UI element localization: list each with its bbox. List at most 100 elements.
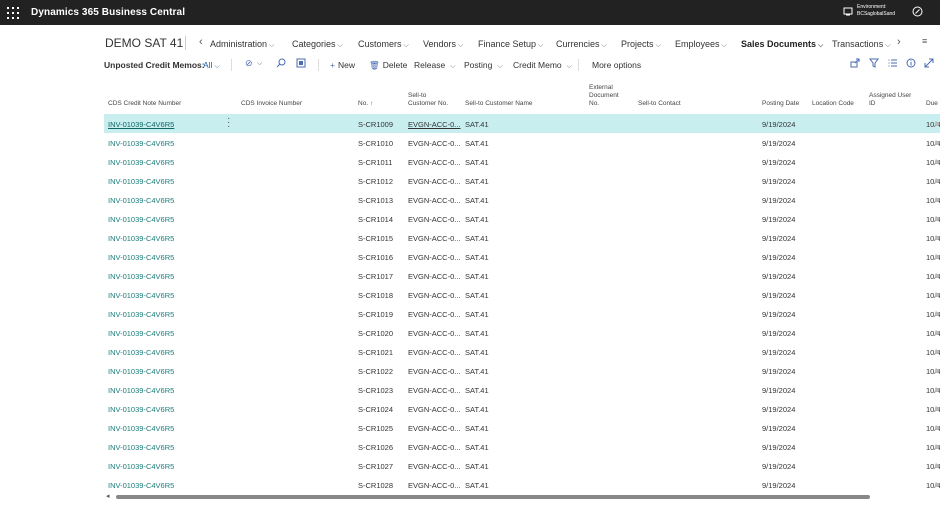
table-row[interactable]: INV-01039-C4V6R5 S-CR1016 EVGN-ACC-0... SAT… (104, 247, 940, 266)
trash-icon: 🗑 (369, 60, 380, 70)
posting-button[interactable]: Posting ⌵ (464, 60, 503, 71)
column-header-sell-to-customer-name[interactable]: Sell-to Customer Name (465, 100, 533, 108)
nav-left-icon[interactable]: ‹ (199, 36, 203, 48)
table-row[interactable]: INV-01039-C4V6R5 S-CR1010 EVGN-ACC-0... SAT… (104, 133, 940, 152)
list-title: Unposted Credit Memos: (104, 60, 205, 70)
nav-divider (185, 36, 186, 50)
share-icon[interactable] (850, 58, 860, 70)
scroll-marker (935, 331, 939, 335)
app-launcher-icon[interactable] (7, 6, 19, 19)
nav-projects[interactable]: Projects ⌵ (621, 39, 661, 50)
environment-info[interactable]: Environment: BCSaglobalSand (843, 4, 895, 18)
cds-credit-note-link[interactable]: INV-01039-C4V6R5 (108, 462, 174, 471)
column-header-location-code[interactable]: Location Code (812, 100, 854, 108)
nav-finance-setup[interactable]: Finance Setup ⌵ (478, 39, 543, 50)
table-row[interactable]: INV-01039-C4V6R5 S-CR1026 EVGN-ACC-0... SAT… (104, 437, 940, 456)
table-row[interactable]: INV-01039-C4V6R5 S-CR1027 EVGN-ACC-0... SAT… (104, 456, 940, 475)
cds-credit-note-link[interactable]: INV-01039-C4V6R5 (108, 329, 174, 338)
table-row[interactable]: INV-01039-C4V6R5 S-CR1011 EVGN-ACC-0... SAT… (104, 152, 940, 171)
cds-credit-note-link[interactable]: INV-01039-C4V6R5 (108, 215, 174, 224)
nav-currencies[interactable]: Currencies ⌵ (556, 39, 607, 50)
menu-icon[interactable]: ≡ (922, 36, 927, 46)
document-no-cell: S-CR1010 (358, 139, 394, 148)
cds-credit-note-link[interactable]: INV-01039-C4V6R5 (108, 481, 174, 490)
layout-icon[interactable] (296, 58, 306, 70)
cds-credit-note-link[interactable]: INV-01039-C4V6R5 (108, 177, 174, 186)
cds-credit-note-link[interactable]: INV-01039-C4V6R5 (108, 158, 174, 167)
cds-credit-note-link[interactable]: INV-01039-C4V6R5 (108, 291, 174, 300)
filter-view-icon[interactable]: ⊘ (245, 58, 253, 69)
sell-to-customer-name-cell: SAT.41 (465, 215, 489, 224)
scroll-left-icon[interactable]: ◂ (106, 492, 110, 500)
nav-employees[interactable]: Employees ⌵ (675, 39, 727, 50)
table-row[interactable]: INV-01039-C4V6R5 S-CR1012 EVGN-ACC-0... SAT… (104, 171, 940, 190)
chevron-down-icon[interactable]: ⌵ (257, 60, 262, 68)
filter-icon[interactable] (869, 58, 879, 70)
horizontal-scrollbar[interactable]: ◂ (104, 493, 940, 500)
cds-credit-note-link[interactable]: INV-01039-C4V6R5 (108, 405, 174, 414)
cds-credit-note-link[interactable]: INV-01039-C4V6R5 (108, 348, 174, 357)
table-row[interactable]: INV-01039-C4V6R5 S-CR1025 EVGN-ACC-0... SAT… (104, 418, 940, 437)
column-header-external-document-no[interactable]: External Document No. (589, 84, 619, 108)
nav-customers[interactable]: Customers ⌵ (358, 39, 409, 50)
table-row[interactable]: INV-01039-C4V6R5 S-CR1009 EVGN-ACC-0... SAT… (104, 114, 940, 133)
document-no-cell: S-CR1028 (358, 481, 394, 490)
cds-credit-note-link[interactable]: INV-01039-C4V6R5 (108, 139, 174, 148)
sell-to-customer-name-cell: SAT.41 (465, 139, 489, 148)
info-icon[interactable] (906, 58, 916, 70)
table-row[interactable]: INV-01039-C4V6R5 S-CR1020 EVGN-ACC-0... SAT… (104, 323, 940, 342)
table-row[interactable]: INV-01039-C4V6R5 S-CR1028 EVGN-ACC-0... SAT… (104, 475, 940, 494)
table-row[interactable]: INV-01039-C4V6R5 S-CR1015 EVGN-ACC-0... SAT… (104, 228, 940, 247)
table-row[interactable]: INV-01039-C4V6R5 S-CR1013 EVGN-ACC-0... SAT… (104, 190, 940, 209)
new-label: New (337, 60, 355, 70)
cds-credit-note-link[interactable]: INV-01039-C4V6R5 (108, 443, 174, 452)
table-row[interactable]: INV-01039-C4V6R5 S-CR1021 EVGN-ACC-0... SAT… (104, 342, 940, 361)
cds-credit-note-link[interactable]: INV-01039-C4V6R5 (108, 120, 174, 129)
delete-button[interactable]: 🗑 Delete (369, 60, 407, 71)
nav-categories[interactable]: Categories ⌵ (292, 39, 343, 50)
column-header-no[interactable]: No. ↑ (358, 100, 373, 108)
sell-to-customer-no-cell: EVGN-ACC-0... (408, 367, 461, 376)
nav-right-icon[interactable]: › (897, 36, 901, 48)
nav-administration[interactable]: Administration ⌵ (210, 39, 274, 50)
cds-credit-note-link[interactable]: INV-01039-C4V6R5 (108, 424, 174, 433)
cds-credit-note-link[interactable]: INV-01039-C4V6R5 (108, 196, 174, 205)
scrollbar-thumb[interactable] (116, 495, 870, 499)
column-header-cds-invoice-number[interactable]: CDS Invoice Number (241, 100, 302, 108)
cds-credit-note-link[interactable]: INV-01039-C4V6R5 (108, 386, 174, 395)
table-row[interactable]: INV-01039-C4V6R5 S-CR1018 EVGN-ACC-0... SAT… (104, 285, 940, 304)
column-header-sell-to-contact[interactable]: Sell-to Contact (638, 100, 681, 108)
cds-credit-note-link[interactable]: INV-01039-C4V6R5 (108, 234, 174, 243)
nav-transactions[interactable]: Transactions ⌵ (832, 39, 891, 50)
table-row[interactable]: INV-01039-C4V6R5 S-CR1014 EVGN-ACC-0... SAT… (104, 209, 940, 228)
cds-credit-note-link[interactable]: INV-01039-C4V6R5 (108, 367, 174, 376)
column-header-sell-to-customer-no[interactable]: Sell-to Customer No. (408, 92, 448, 108)
header-line: ID (869, 100, 876, 107)
new-button[interactable]: + New (330, 60, 355, 70)
search-icon[interactable] (276, 58, 286, 70)
company-name[interactable]: DEMO SAT 41 (105, 36, 183, 50)
row-actions-icon[interactable]: · · · (227, 114, 230, 132)
release-button[interactable]: Release ⌵ (414, 60, 456, 71)
table-row[interactable]: INV-01039-C4V6R5 S-CR1017 EVGN-ACC-0... SAT… (104, 266, 940, 285)
cds-credit-note-link[interactable]: INV-01039-C4V6R5 (108, 272, 174, 281)
cds-credit-note-link[interactable]: INV-01039-C4V6R5 (108, 310, 174, 319)
cds-credit-note-link[interactable]: INV-01039-C4V6R5 (108, 253, 174, 262)
column-header-posting-date[interactable]: Posting Date (762, 100, 799, 108)
view-filter[interactable]: All ⌵ (203, 60, 220, 71)
column-header-due-date[interactable]: Due (926, 100, 938, 108)
list-view-icon[interactable] (888, 58, 898, 70)
more-options-button[interactable]: More options (592, 60, 641, 70)
column-header-assigned-user-id[interactable]: Assigned User ID (869, 92, 911, 108)
table-row[interactable]: INV-01039-C4V6R5 S-CR1022 EVGN-ACC-0... SAT… (104, 361, 940, 380)
nav-vendors[interactable]: Vendors ⌵ (423, 39, 463, 50)
expand-icon[interactable] (924, 58, 934, 70)
table-row[interactable]: INV-01039-C4V6R5 S-CR1024 EVGN-ACC-0... SAT… (104, 399, 940, 418)
table-row[interactable]: INV-01039-C4V6R5 S-CR1023 EVGN-ACC-0... SAT… (104, 380, 940, 399)
column-header-cds-credit-note-number[interactable]: CDS Credit Note Number (108, 100, 181, 108)
nav-sales-documents[interactable]: Sales Documents ⌵ (741, 39, 823, 50)
credit-memo-button[interactable]: Credit Memo ⌵ (513, 60, 572, 71)
app-name[interactable]: Dynamics 365 Business Central (31, 7, 185, 18)
table-row[interactable]: INV-01039-C4V6R5 S-CR1019 EVGN-ACC-0... SAT… (104, 304, 940, 323)
help-icon[interactable] (912, 6, 923, 20)
